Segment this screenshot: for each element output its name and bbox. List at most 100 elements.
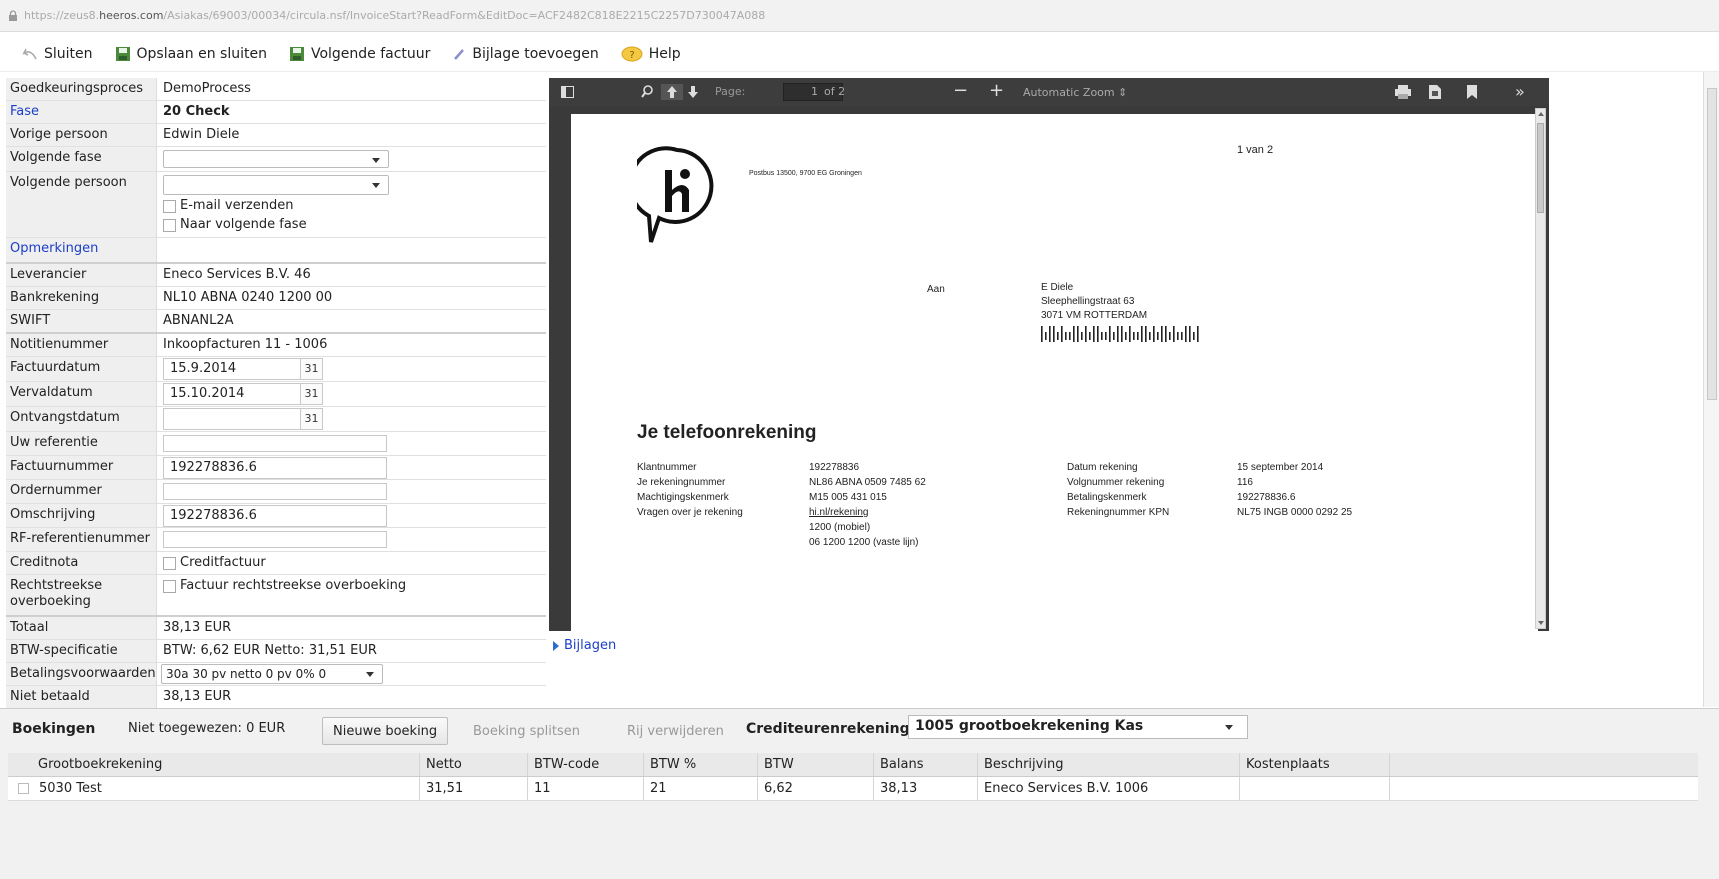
search-icon[interactable] [641, 85, 654, 98]
col-description[interactable]: Beschrijving [978, 753, 1240, 776]
phase-value: 20 Check [163, 104, 230, 119]
invoice-number-input[interactable]: 192278836.6 [163, 456, 387, 479]
save-icon [289, 46, 304, 61]
send-email-label: E-mail verzenden [180, 198, 294, 213]
col-vat[interactable]: BTW [758, 753, 874, 776]
checkbox-box[interactable] [163, 579, 176, 593]
scrollbar-thumb[interactable] [1707, 88, 1717, 400]
supplier-value: Eneco Services B.V. 46 [163, 267, 311, 282]
page-scrollbar[interactable] [1703, 72, 1719, 707]
scroll-down-icon[interactable] [1538, 621, 1544, 625]
cell-vat-code[interactable]: 11 [528, 777, 644, 800]
unpaid-label: Niet betaald [6, 686, 157, 708]
receipt-date-input[interactable] [163, 408, 301, 430]
page-label: Page: [715, 85, 746, 98]
pdf-page: Postbus 13500, 9700 EG Groningen 1 van 2… [571, 114, 1538, 631]
your-reference-input[interactable] [163, 435, 387, 452]
next-person-select[interactable] [163, 175, 389, 195]
url-text: https://zeus8.heeros.com/Asiakas/69003/0… [24, 9, 766, 22]
next-invoice-button[interactable]: Volgende factuur [289, 46, 430, 62]
customer-number-value: 192278836 [809, 462, 860, 473]
description-input[interactable]: 192278836.6 [163, 504, 387, 527]
new-booking-button[interactable]: Nieuwe boeking [322, 717, 449, 745]
checkbox-box[interactable] [163, 199, 176, 213]
due-date-input[interactable]: 15.10.2014 [163, 383, 301, 405]
right-labels: Datum rekening Volgnummer rekening Betal… [1067, 460, 1169, 520]
remarks-link[interactable]: Opmerkingen [6, 238, 157, 262]
row-checkbox[interactable] [18, 783, 29, 794]
phase-link[interactable]: Fase [6, 101, 157, 123]
address-bar[interactable]: https://zeus8.heeros.com/Asiakas/69003/0… [0, 0, 1719, 32]
zoom-select[interactable]: Automatic Zoom ⇕ [1023, 86, 1127, 99]
download-icon[interactable] [1429, 85, 1441, 99]
chevron-down-icon [372, 183, 380, 188]
invoice-date-input[interactable]: 15.9.2014 [163, 358, 301, 380]
sidebar-toggle-icon[interactable] [561, 86, 574, 98]
save-and-close-button[interactable]: Opslaan en sluiten [115, 46, 267, 62]
col-vat-percent[interactable]: BTW % [644, 753, 758, 776]
pdf-scrollbar[interactable] [1535, 108, 1546, 629]
add-attachment-button[interactable]: Bijlage toevoegen [452, 46, 599, 62]
next-page-icon[interactable] [687, 84, 699, 100]
col-cost-center[interactable]: Kostenplaats [1240, 753, 1390, 776]
credit-invoice-checkbox[interactable]: Creditfactuur [163, 555, 540, 571]
cell-cost-center[interactable] [1240, 777, 1390, 800]
delete-row-button[interactable]: Rij verwijderen [616, 717, 735, 745]
print-icon[interactable] [1395, 85, 1411, 99]
col-balance[interactable]: Balans [874, 753, 978, 776]
sender-address: Postbus 13500, 9700 EG Groningen [749, 170, 862, 177]
invoice-form: Goedkeuringsproces DemoProcess Fase 20 C… [6, 78, 546, 709]
zoom-in-icon[interactable]: + [989, 80, 1004, 101]
invoice-date-doc-value: 15 september 2014 [1237, 462, 1324, 473]
cell-net[interactable]: 31,51 [420, 777, 528, 800]
send-email-checkbox[interactable]: E-mail verzenden [163, 198, 540, 214]
to-next-phase-checkbox[interactable]: Naar volgende fase [163, 217, 540, 233]
invoice-link[interactable]: hi.nl/rekening [809, 505, 926, 520]
creditor-account-select[interactable]: 1005 grootboekrekening Kas [908, 715, 1248, 739]
split-booking-button[interactable]: Boeking splitsen [462, 717, 591, 745]
next-phase-select[interactable] [163, 150, 389, 168]
save-and-close-label: Opslaan en sluiten [136, 45, 267, 62]
rf-reference-input[interactable] [163, 531, 387, 548]
attachments-toggle[interactable]: Bijlagen [553, 638, 616, 653]
save-icon [115, 46, 130, 61]
direct-transfer-checkbox[interactable]: Factuur rechtstreekse overboeking [163, 578, 540, 594]
col-net[interactable]: Netto [420, 753, 528, 776]
creditor-account-value: 1005 grootboekrekening Kas [915, 718, 1144, 734]
payment-terms-label: Betalingsvoorwaarden [6, 663, 157, 685]
unpaid-value: 38,13 EUR [163, 689, 232, 704]
next-person-label: Volgende persoon [6, 172, 157, 237]
close-button[interactable]: Sluiten [20, 46, 93, 62]
cell-ledger-account[interactable]: 5030 Test [8, 777, 420, 800]
bookmark-icon[interactable] [1467, 85, 1477, 99]
hi-logo [637, 146, 714, 243]
direct-transfer-label: Rechtstreekse overboeking [6, 575, 157, 615]
payment-terms-select[interactable]: 30a 30 pv netto 0 pv 0% 0 [161, 664, 383, 684]
cell-vat[interactable]: 6,62 [758, 777, 874, 800]
zoom-out-icon[interactable]: − [953, 80, 968, 101]
previous-page-icon[interactable] [661, 84, 683, 100]
account-number-label: Je rekeningnummer [637, 477, 726, 488]
calendar-icon[interactable]: 31 [301, 383, 323, 405]
right-values: 15 september 2014 116 192278836.6 NL75 I… [1237, 460, 1352, 520]
cell-vat-percent[interactable]: 21 [644, 777, 758, 800]
table-row[interactable]: 5030 Test 31,51 11 21 6,62 38,13 Eneco S… [8, 777, 1698, 801]
payment-reference-label: Betalingskenmerk [1067, 492, 1147, 503]
invoice-date-doc-label: Datum rekening [1067, 462, 1138, 473]
cell-balance[interactable]: 38,13 [874, 777, 978, 800]
calendar-icon[interactable]: 31 [301, 408, 323, 430]
remarks-value [157, 238, 546, 262]
checkbox-box[interactable] [163, 218, 176, 232]
col-vat-code[interactable]: BTW-code [528, 753, 644, 776]
more-tools-icon[interactable]: » [1515, 82, 1525, 101]
document-heading: Je telefoonrekening [637, 422, 817, 443]
calendar-icon[interactable]: 31 [301, 358, 323, 380]
checkbox-box[interactable] [163, 556, 176, 570]
contact-mobile: 1200 (mobiel) [809, 522, 871, 533]
col-ledger-account[interactable]: Grootboekrekening [8, 753, 420, 776]
cell-description[interactable]: Eneco Services B.V. 1006 [978, 777, 1240, 800]
help-button[interactable]: ? Help [621, 46, 681, 62]
scroll-up-icon[interactable] [1538, 112, 1544, 116]
order-number-input[interactable] [163, 483, 387, 500]
scrollbar-thumb[interactable] [1537, 123, 1544, 213]
